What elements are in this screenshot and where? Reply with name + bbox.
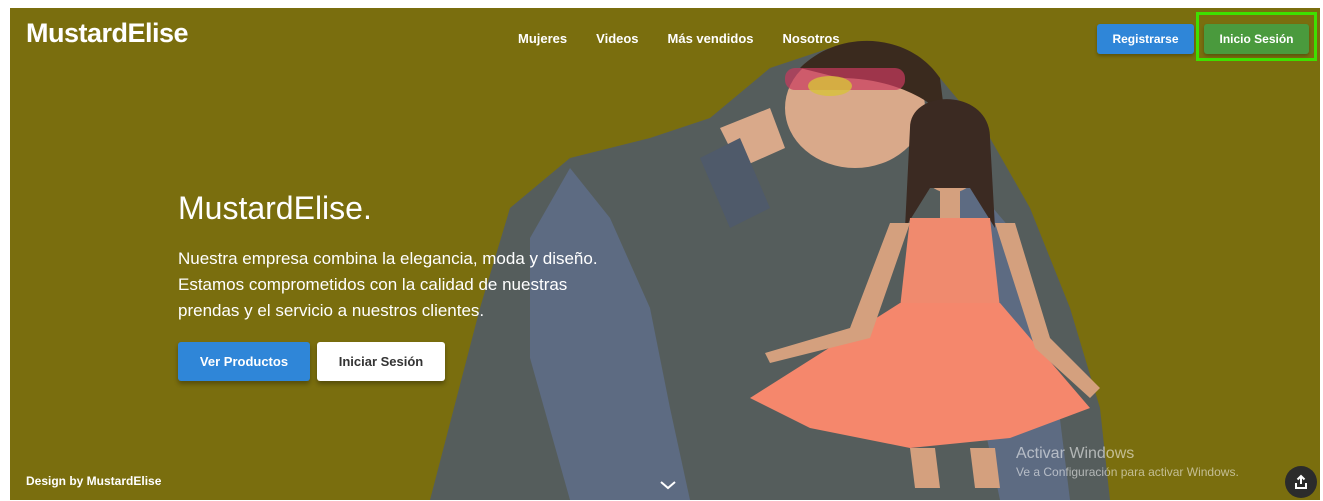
nav-link-mas-vendidos[interactable]: Más vendidos — [668, 31, 754, 46]
brand-logo[interactable]: MustardElise — [26, 18, 189, 49]
view-products-button[interactable]: Ver Productos — [178, 342, 310, 381]
hero-description-line: Nuestra empresa combina la elegancia, mo… — [178, 249, 598, 268]
share-icon — [1295, 474, 1307, 489]
hero-title: MustardElise. — [178, 190, 372, 226]
chevron-down-icon[interactable] — [659, 478, 677, 492]
register-button[interactable]: Registrarse — [1097, 24, 1194, 54]
design-credit: Design by MustardElise — [26, 474, 162, 488]
watermark-subtitle: Ve a Configuración para activar Windows. — [1016, 465, 1239, 479]
hero-description-line: prendas y el servicio a nuestros cliente… — [178, 301, 485, 320]
nav-link-nosotros[interactable]: Nosotros — [783, 31, 840, 46]
hero-description: Nuestra empresa combina la elegancia, mo… — [178, 246, 698, 324]
login-button[interactable]: Inicio Sesión — [1204, 24, 1309, 54]
nav-link-mujeres[interactable]: Mujeres — [518, 31, 567, 46]
windows-activation-watermark: Activar Windows Ve a Configuración para … — [1016, 445, 1239, 479]
nav-link-videos[interactable]: Videos — [596, 31, 638, 46]
share-button[interactable] — [1285, 466, 1317, 498]
sign-in-button[interactable]: Iniciar Sesión — [317, 342, 445, 381]
main-nav: Mujeres Videos Más vendidos Nosotros — [518, 31, 840, 46]
hero-section: MustardElise Mujeres Videos Más vendidos… — [10, 8, 1320, 500]
hero-description-line: Estamos comprometidos con la calidad de … — [178, 275, 568, 294]
watermark-title: Activar Windows — [1016, 445, 1135, 462]
